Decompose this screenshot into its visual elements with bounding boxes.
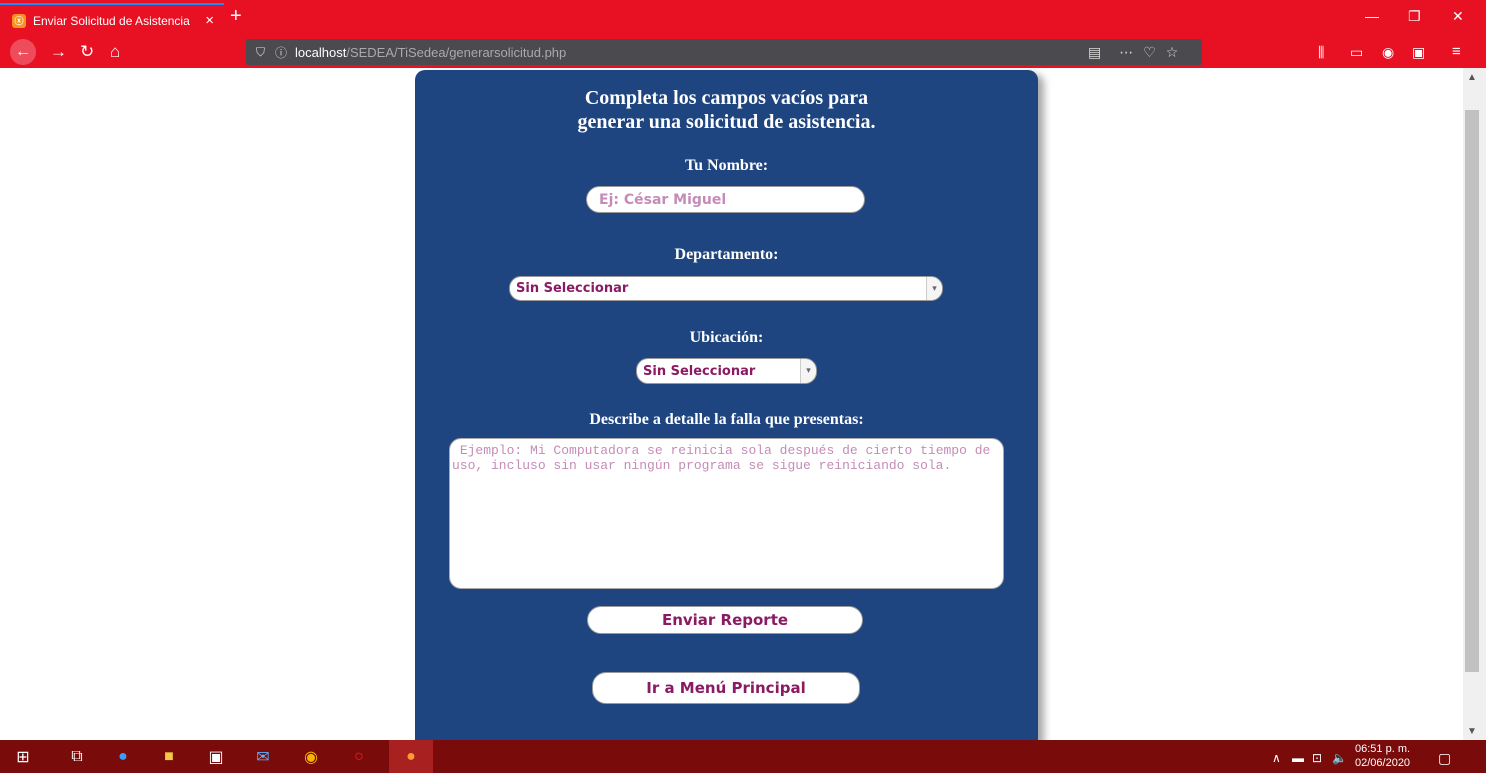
- location-selected-value: Sin Seleccionar: [643, 363, 756, 379]
- bookmark-star-icon[interactable]: ☆: [1166, 44, 1179, 61]
- page-title: Completa los campos vacíos para generar …: [577, 87, 876, 133]
- library-icon[interactable]: ⫼: [1318, 42, 1324, 62]
- navigation-bar: ← → ↻ ⌂ ⛉ ⓘ localhost /SEDEA/TiSedea/gen…: [0, 36, 1486, 68]
- department-selected-value: Sin Seleccionar: [516, 281, 629, 296]
- url-bar[interactable]: ⛉ ⓘ localhost /SEDEA/TiSedea/generarsoli…: [246, 39, 1202, 65]
- volume-icon[interactable]: 🔈: [1332, 751, 1347, 765]
- scroll-up-icon[interactable]: ▲: [1467, 72, 1477, 83]
- scroll-down-icon[interactable]: ▼: [1467, 726, 1477, 737]
- file-explorer-icon[interactable]: ■: [158, 746, 180, 768]
- description-textarea[interactable]: [449, 438, 1004, 589]
- submit-report-button[interactable]: Enviar Reporte: [587, 606, 863, 634]
- notifications-icon[interactable]: ▢: [1438, 750, 1451, 767]
- shield-icon[interactable]: ⛉: [256, 45, 265, 60]
- home-icon[interactable]: ⌂: [110, 42, 120, 62]
- name-input[interactable]: [586, 186, 865, 213]
- battery-icon[interactable]: ▬: [1292, 751, 1304, 765]
- chevron-down-icon: ▾: [926, 277, 942, 300]
- browser-tab[interactable]: ⓧ Enviar Solicitud de Asistencia ×: [0, 3, 224, 36]
- department-label: Departamento:: [674, 246, 779, 263]
- extension-icon[interactable]: ▣: [1412, 42, 1425, 62]
- sidebar-icon[interactable]: ▭: [1350, 42, 1363, 62]
- opera-icon[interactable]: ○: [348, 746, 370, 768]
- close-window-icon[interactable]: ✕: [1452, 8, 1464, 25]
- department-select[interactable]: Sin Seleccionar ▾: [509, 276, 943, 301]
- reader-view-icon[interactable]: ▤: [1088, 44, 1101, 61]
- account-icon[interactable]: ◉: [1382, 42, 1394, 62]
- firefox-icon[interactable]: ●: [400, 746, 422, 768]
- task-view-icon[interactable]: ⧉: [66, 746, 88, 768]
- more-actions-icon[interactable]: ⋯: [1119, 44, 1133, 61]
- edge-icon[interactable]: ●: [112, 746, 134, 768]
- new-tab-icon[interactable]: +: [230, 6, 242, 26]
- tab-bar: ⓧ Enviar Solicitud de Asistencia × + — ❐…: [0, 0, 1486, 36]
- tray-expand-icon[interactable]: ∧: [1272, 751, 1281, 765]
- main-menu-button[interactable]: Ir a Menú Principal: [592, 672, 860, 704]
- scrollbar-thumb[interactable]: [1465, 110, 1479, 672]
- restore-icon[interactable]: ❐: [1408, 8, 1421, 25]
- location-select[interactable]: Sin Seleccionar ▾: [636, 358, 817, 384]
- tab-close-icon[interactable]: ×: [205, 12, 214, 29]
- description-label: Describe a detalle la falla que presenta…: [589, 411, 864, 428]
- store-icon[interactable]: ▣: [205, 746, 227, 768]
- url-host: localhost: [295, 44, 347, 60]
- forward-icon[interactable]: →: [50, 42, 67, 62]
- menu-icon[interactable]: ≡: [1452, 42, 1461, 62]
- info-icon[interactable]: ⓘ: [275, 44, 287, 61]
- back-icon[interactable]: ←: [10, 39, 36, 65]
- location-label: Ubicación:: [689, 329, 764, 346]
- minimize-icon[interactable]: —: [1365, 8, 1379, 24]
- chrome-icon[interactable]: ◉: [300, 746, 322, 768]
- xampp-favicon-icon: ⓧ: [12, 13, 26, 28]
- mail-icon[interactable]: ✉: [252, 746, 274, 768]
- url-path: /SEDEA/TiSedea/generarsolicitud.php: [346, 44, 567, 60]
- pocket-icon[interactable]: ♡: [1143, 44, 1156, 61]
- windows-start-icon[interactable]: ⊞: [12, 746, 34, 768]
- name-label: Tu Nombre:: [684, 157, 769, 174]
- chevron-down-icon: ▾: [800, 359, 816, 383]
- tab-title: Enviar Solicitud de Asistencia: [33, 13, 190, 28]
- taskbar-clock[interactable]: 06:51 p. m. 02/06/2020: [1355, 742, 1410, 770]
- network-icon[interactable]: ⊡: [1312, 751, 1322, 765]
- reload-icon[interactable]: ↻: [80, 42, 94, 62]
